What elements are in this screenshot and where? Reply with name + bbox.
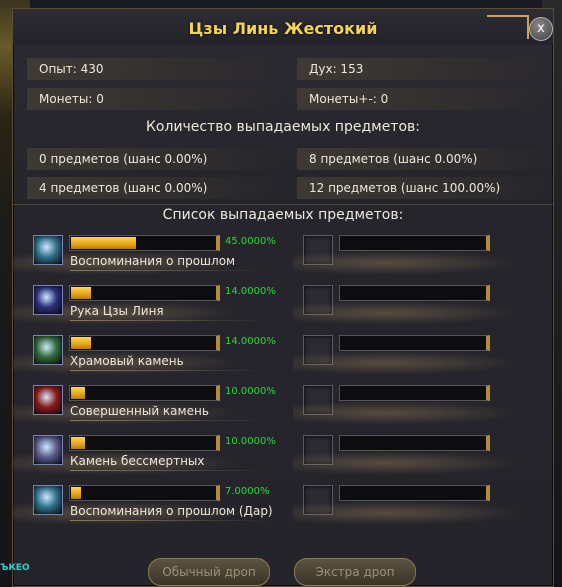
section-divider — [13, 204, 553, 205]
drop-chance-bar — [69, 385, 220, 401]
item-name: Храмовый камень — [70, 354, 184, 368]
item-name: Камень бессмертных — [70, 454, 205, 468]
empty-drop-chance-bar — [339, 285, 490, 301]
drop-count-8: 8 предметов (шанс 0.00%) — [297, 148, 553, 170]
item-name-underline — [70, 470, 270, 471]
empty-drop-chance-bar — [339, 435, 490, 451]
drop-chance-bar-fill — [71, 487, 81, 499]
item-name-underline — [70, 370, 270, 371]
window-title: Цзы Линь Жестокий — [188, 19, 378, 38]
drop-list-title: Список выпадаемых предметов: — [162, 207, 404, 223]
drop-chance-bar-fill — [71, 437, 85, 449]
drop-count-12: 12 предметов (шанс 100.00%) — [297, 177, 553, 199]
coins-plus-stat: Монеты+-: 0 — [297, 88, 553, 110]
drop-chance-bar-fill — [71, 387, 85, 399]
item-name-underline — [70, 420, 270, 421]
empty-drop-chance-bar — [339, 385, 490, 401]
memory-scroll-icon[interactable] — [33, 235, 63, 265]
immortal-stone-icon[interactable] — [33, 435, 63, 465]
drop-chance-bar — [69, 285, 220, 301]
corner-label: ЪКЕО — [0, 563, 30, 573]
drop-chance-bar-fill — [71, 337, 91, 349]
empty-drop-chance-bar — [339, 235, 490, 251]
empty-drop-chance-bar — [339, 485, 490, 501]
item-name: Совершенный камень — [70, 404, 209, 418]
close-button[interactable]: x — [529, 17, 553, 41]
drop-chance-bar — [69, 235, 220, 251]
item-name: Воспоминания о прошлом (Дар) — [70, 504, 273, 518]
drop-chance-bar — [69, 435, 220, 451]
empty-row-glow — [293, 301, 523, 325]
drop-chance-percent: 45.0000% — [225, 236, 276, 247]
hand-icon[interactable] — [33, 285, 63, 315]
drop-count-title: Количество выпадаемых предметов: — [145, 119, 420, 135]
item-name-underline — [70, 270, 270, 271]
item-name: Воспоминания о прошлом — [70, 254, 236, 268]
title-bar: Цзы Линь Жестокий — [13, 9, 553, 45]
exp-stat: Опыт: 430 — [27, 58, 283, 80]
empty-row-glow — [293, 251, 523, 275]
drop-chance-bar — [69, 485, 220, 501]
perfect-stone-icon[interactable] — [33, 385, 63, 415]
item-name: Рука Цзы Линя — [70, 304, 164, 318]
top-right-ornament — [487, 15, 529, 39]
drop-chance-bar-fill — [71, 287, 91, 299]
empty-row-glow — [293, 401, 523, 425]
empty-row-glow — [293, 451, 523, 475]
drop-chance-bar — [69, 335, 220, 351]
drop-chance-percent: 10.0000% — [225, 386, 276, 397]
temple-stone-icon[interactable] — [33, 335, 63, 365]
drop-count-4: 4 предметов (шанс 0.00%) — [27, 177, 283, 199]
empty-row-glow — [293, 501, 523, 525]
drop-info-window: Цзы Линь Жестокий x Опыт: 430 Дух: 153 М… — [12, 8, 554, 587]
item-name-underline — [70, 320, 270, 321]
drop-chance-percent: 14.0000% — [225, 336, 276, 347]
memory-scroll-gift-icon[interactable] — [33, 485, 63, 515]
extra-drop-button[interactable]: Экстра дроп — [294, 558, 416, 586]
drop-chance-percent: 7.0000% — [225, 486, 270, 497]
drop-chance-percent: 14.0000% — [225, 286, 276, 297]
item-name-underline — [70, 520, 270, 521]
normal-drop-button[interactable]: Обычный дроп — [148, 558, 270, 586]
empty-row-glow — [293, 351, 523, 375]
empty-drop-chance-bar — [339, 335, 490, 351]
spirit-stat: Дух: 153 — [297, 58, 553, 80]
coins-stat: Монеты: 0 — [27, 88, 283, 110]
drop-count-0: 0 предметов (шанс 0.00%) — [27, 148, 283, 170]
drop-chance-percent: 10.0000% — [225, 436, 276, 447]
drop-chance-bar-fill — [71, 237, 136, 249]
